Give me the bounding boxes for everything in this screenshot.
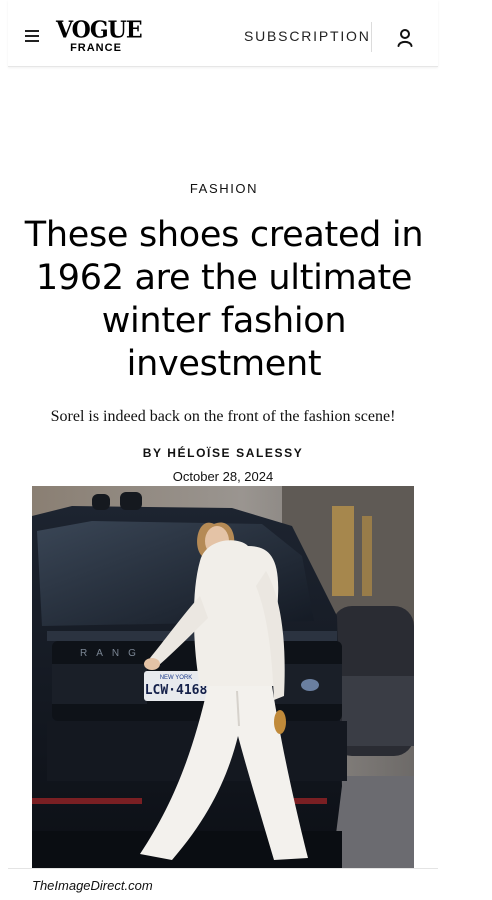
article-category[interactable]: FASHION	[0, 181, 448, 196]
article-headline: These shoes created in 1962 are the ulti…	[24, 215, 424, 384]
plate-state: NEW YORK	[160, 675, 193, 681]
logo-edition: FRANCE	[70, 42, 122, 54]
vogue-france-logo[interactable]: VOGUE FRANCE	[56, 16, 143, 54]
article-byline[interactable]: BY HÉLOÏSE SALESSY	[0, 446, 446, 460]
account-icon[interactable]	[396, 28, 414, 48]
hero-photo-illustration: NEW YORK LCW·4168 RANG	[32, 486, 414, 868]
hamburger-menu-icon[interactable]	[25, 30, 39, 42]
header-divider	[371, 22, 372, 52]
hero-photo[interactable]: NEW YORK LCW·4168 RANG	[32, 486, 414, 868]
article-date: October 28, 2024	[172, 469, 274, 484]
credit-divider	[8, 868, 438, 869]
article-dek: Sorel is indeed back on the front of the…	[50, 408, 396, 425]
site-header: VOGUE FRANCE SUBSCRIPTION	[8, 0, 438, 67]
photo-credit: TheImageDirect.com	[32, 878, 153, 893]
subscription-link[interactable]: SUBSCRIPTION	[244, 28, 371, 44]
plate-number: LCW·4168	[145, 683, 208, 698]
car-badge: RANG	[80, 648, 145, 659]
logo-wordmark: VOGUE	[56, 16, 143, 44]
